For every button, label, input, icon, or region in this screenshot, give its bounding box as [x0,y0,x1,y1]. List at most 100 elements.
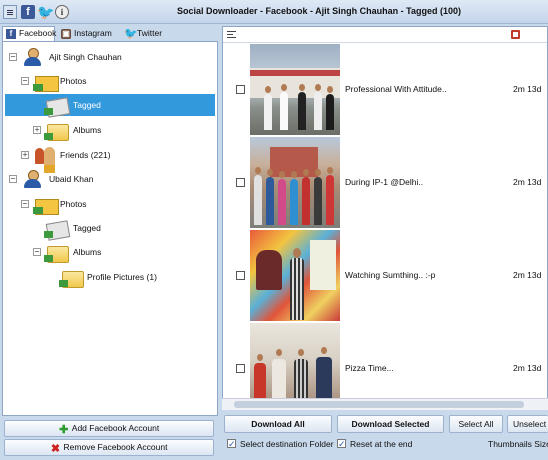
tab-twitter[interactable]: 🐦 Twitter [120,26,178,41]
tree-node-tagged[interactable]: Tagged [5,94,215,116]
photo-age: 2m 13d [513,177,542,187]
tagged-photos-icon [44,219,70,239]
photo-thumbnail[interactable] [250,323,340,409]
photo-thumbnail[interactable] [250,44,340,135]
photo-caption: Watching Sumthing.. :-p [345,270,436,280]
tab-label: Facebook [19,28,57,38]
person-head [327,86,333,93]
person-shape [266,177,274,225]
tab-label: Twitter [137,28,163,38]
tree-node-label: Albums [73,125,102,135]
unselect-all-button[interactable]: Unselect A [507,415,548,433]
window-title: Social Downloader - Facebook - Ajit Sing… [176,6,462,16]
add-icon: ✚ [59,424,69,436]
button-label: Add Facebook Account [71,423,160,433]
person-head [279,171,285,178]
banner-stripe [250,70,340,76]
list-item[interactable]: Professional With Attitude.. 2m 13d [223,44,547,137]
reset-at-end-option[interactable]: Reset at the end [337,437,412,451]
tree-node-label: Tagged [73,100,101,110]
person-head [315,169,321,176]
person-head [255,167,261,174]
user-icon [20,48,46,68]
tree-node-tagged[interactable]: Tagged [3,217,217,239]
person-shape [278,179,286,225]
person-shape [280,92,288,130]
list-view-icon[interactable] [227,31,236,38]
tree-node-label: Tagged [73,223,101,233]
list-item[interactable]: Pizza Time... 2m 13d [223,323,547,409]
tree-node-albums[interactable]: + Albums [3,119,217,141]
photo-age: 2m 13d [513,84,542,94]
facebook-icon: f [6,29,16,39]
twitter-icon: 🐦 [124,28,138,40]
folder-icon [44,121,70,141]
download-selected-button[interactable]: Download Selected [337,415,444,433]
item-checkbox[interactable] [236,85,245,94]
person-head [265,86,271,93]
tab-label: Instagram [74,28,112,38]
person-shape [298,92,306,130]
tree-node-label: Ubaid Khan [49,174,94,184]
person-head [293,248,301,258]
option-label: Select destination Folder [240,439,334,449]
person-head [281,84,287,91]
expand-icon[interactable]: + [33,126,41,134]
reset-at-end-checkbox[interactable] [337,437,346,451]
collapse-icon[interactable]: − [9,175,17,183]
tab-facebook[interactable]: f Facebook [2,26,57,42]
tree-node-album[interactable]: Profile Pictures (1) [3,266,217,288]
person-head [267,169,273,176]
tree-node-albums[interactable]: − Albums [3,241,217,263]
photo-caption: During IP-1 @Delhi.. [345,177,424,187]
person-shape [326,94,334,130]
option-label: Reset at the end [350,439,413,449]
account-tree: − Ajit Singh Chauhan − Photos Tagged + A… [2,41,218,416]
person-head [321,347,327,354]
select-all-button[interactable]: Select All [449,415,503,433]
person-head [291,171,297,178]
collapse-icon[interactable]: − [21,200,29,208]
select-destination-checkbox[interactable] [227,437,236,451]
item-checkbox[interactable] [236,271,245,280]
photo-age: 2m 13d [513,363,542,373]
title-bar: f 🐦 i Social Downloader - Facebook - Aji… [0,0,548,24]
tree-node-photos[interactable]: − Photos [3,70,217,92]
tree-node-label: Ajit Singh Chauhan [49,52,122,62]
poster-shape [310,240,336,290]
horizontal-scrollbar[interactable] [222,398,548,410]
button-label: Remove Facebook Account [63,442,168,452]
expand-icon[interactable]: + [21,151,29,159]
list-item[interactable]: Watching Sumthing.. :-p 2m 13d [223,230,547,323]
tree-node-label: Photos [60,76,87,86]
photos-icon [33,195,59,215]
collapse-icon[interactable]: − [21,77,29,85]
collapse-icon[interactable]: − [9,53,17,61]
person-head [315,84,321,91]
item-checkbox[interactable] [236,178,245,187]
collapse-icon[interactable]: − [33,248,41,256]
photo-thumbnail[interactable] [250,230,340,321]
tree-node-account[interactable]: − Ubaid Khan [3,168,217,190]
person-head [303,169,309,176]
photo-thumbnail[interactable] [250,137,340,228]
item-checkbox[interactable] [236,364,245,373]
list-item[interactable]: During IP-1 @Delhi.. 2m 13d [223,137,547,230]
tree-node-friends[interactable]: + Friends (221) [3,144,217,173]
person-head [327,167,333,174]
tree-node-photos[interactable]: − Photos [3,193,217,215]
person-head [276,349,282,356]
tab-instagram[interactable]: ▣ Instagram [57,26,119,41]
select-destination-option[interactable]: Select destination Folder [227,437,334,451]
download-all-button[interactable]: Download All [224,415,332,433]
add-account-button[interactable]: ✚ Add Facebook Account [4,420,214,437]
remove-account-button[interactable]: ✖ Remove Facebook Account [4,439,214,456]
friends-icon [32,146,58,173]
tree-node-label: Profile Pictures (1) [87,272,157,282]
person-shape [264,94,272,130]
sort-icon[interactable] [511,30,520,39]
person-shape [314,177,322,225]
tree-node-account[interactable]: − Ajit Singh Chauhan [3,46,217,68]
scrollbar-thumb[interactable] [234,401,524,408]
photo-age: 2m 13d [513,270,542,280]
